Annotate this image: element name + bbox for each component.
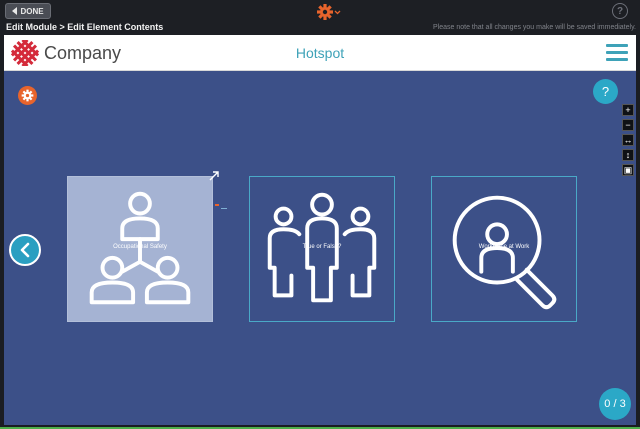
hotspot-card-occupational-safety[interactable]: Occupational Safety xyxy=(67,176,213,322)
help-button[interactable]: ? xyxy=(612,3,628,19)
settings-dropdown[interactable] xyxy=(316,3,342,21)
hamburger-icon-bar xyxy=(606,58,628,61)
hamburger-menu-button[interactable] xyxy=(606,44,628,62)
done-button[interactable]: DONE xyxy=(5,3,51,19)
element-settings-button[interactable] xyxy=(18,86,37,105)
module-header: Company Hotspot xyxy=(4,35,636,71)
done-label: DONE xyxy=(20,6,44,16)
fit-width-button[interactable]: ↔ xyxy=(622,134,634,146)
image-button[interactable]: ▣ xyxy=(622,164,634,176)
card-label: Workplace at Work xyxy=(478,244,530,250)
chevron-left-icon xyxy=(20,242,30,258)
hamburger-icon-bar xyxy=(606,51,628,54)
hotspot-card-true-or-false[interactable]: True or False? xyxy=(249,176,395,322)
gear-icon xyxy=(317,4,341,20)
resize-handle-icon[interactable] xyxy=(208,170,220,182)
zoom-out-button[interactable]: − xyxy=(622,119,634,131)
position-marker-icon xyxy=(215,204,227,209)
stage-help-button[interactable]: ? xyxy=(593,79,618,104)
previous-button[interactable] xyxy=(9,234,41,266)
editor-toolbar: DONE ? xyxy=(0,0,640,22)
hamburger-icon xyxy=(606,44,628,47)
autosave-note: Please note that all changes you make wi… xyxy=(433,24,636,31)
gear-icon xyxy=(21,89,34,102)
zoom-in-button[interactable]: + xyxy=(622,104,634,116)
progress-counter: 0 / 3 xyxy=(599,388,631,420)
breadcrumb: Edit Module > Edit Element Contents xyxy=(6,22,164,32)
page-title: Hotspot xyxy=(295,45,345,61)
back-arrow-icon xyxy=(12,7,18,15)
card-label: Occupational Safety xyxy=(113,244,167,250)
card-label: True or False? xyxy=(302,244,342,250)
hotspot-card-workplace-at-work[interactable]: Workplace at Work xyxy=(431,176,577,322)
breadcrumb-bar: Edit Module > Edit Element Contents Plea… xyxy=(0,22,640,35)
fit-height-button[interactable]: ↕ xyxy=(622,149,634,161)
